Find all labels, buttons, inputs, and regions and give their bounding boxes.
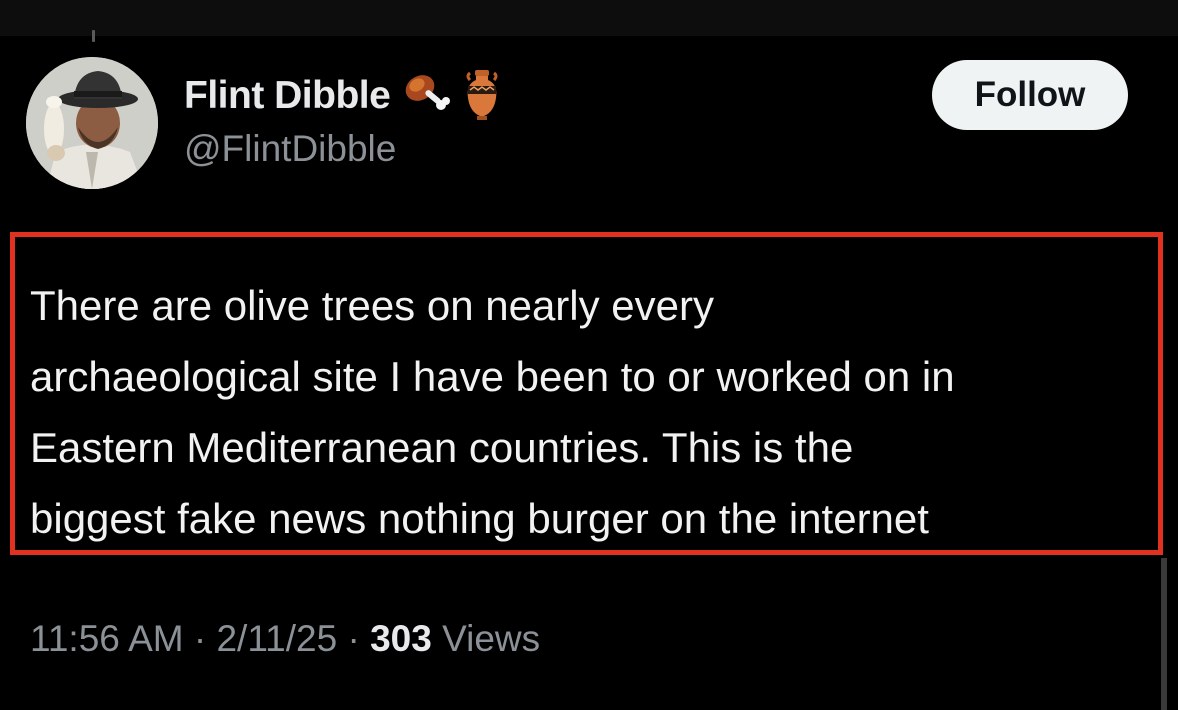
amphora-icon — [462, 68, 502, 125]
views-count: 303 — [370, 618, 432, 659]
display-name[interactable]: Flint Dibble — [184, 74, 391, 118]
divider — [92, 30, 95, 42]
tweet-meta: 11:56 AM · 2/11/25 · 303 Views — [30, 618, 540, 660]
meta-separator: · — [337, 618, 371, 659]
views-label: Views — [442, 618, 541, 659]
tweet-time[interactable]: 11:56 AM — [30, 618, 184, 659]
top-bar — [0, 0, 1178, 36]
tweet-date[interactable]: 2/11/25 — [216, 618, 337, 659]
meta-separator: · — [183, 618, 217, 659]
tweet-text: There are olive trees on nearly every ar… — [30, 282, 955, 542]
follow-button[interactable]: Follow — [932, 60, 1128, 130]
avatar-image — [26, 57, 158, 189]
username-handle[interactable]: @FlintDibble — [184, 128, 396, 170]
name-row: Flint Dibble — [184, 68, 502, 125]
scrollbar[interactable] — [1161, 558, 1167, 710]
meat-on-bone-icon — [402, 72, 451, 121]
avatar[interactable] — [26, 57, 158, 189]
